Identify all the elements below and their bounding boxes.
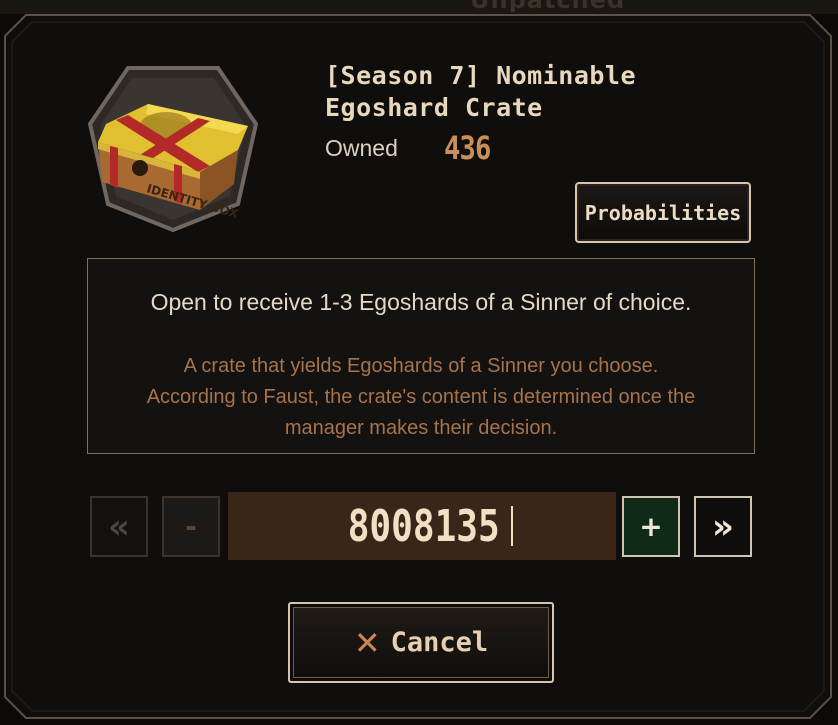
double-chevron-right-icon: » <box>712 506 734 547</box>
description-line: manager makes their decision. <box>284 417 558 439</box>
text-caret <box>510 506 513 546</box>
crate-title: [Season 7] Nominable Egoshard Crate <box>325 61 637 122</box>
background-title: Unpatched <box>470 0 650 12</box>
identity-box-crate-icon: IDENTITY BOX <box>87 66 259 233</box>
owned-count: 436 <box>444 129 491 167</box>
x-icon: ✕ <box>353 623 381 662</box>
quantity-value: 8008135 <box>347 500 501 552</box>
quantity-max-button[interactable]: » <box>694 496 752 557</box>
quantity-decrement-button[interactable]: - <box>162 496 220 557</box>
quantity-increment-button[interactable]: + <box>622 496 680 557</box>
owned-label: Owned <box>325 135 398 161</box>
minus-icon: - <box>185 510 197 543</box>
description-line: According to Faust, the crate's content … <box>146 386 696 408</box>
description-main: Open to receive 1-3 Egoshards of a Sinne… <box>150 289 692 315</box>
description-line: A crate that yields Egoshards of a Sinne… <box>183 355 659 377</box>
probabilities-button[interactable]: Probabilities <box>575 182 751 243</box>
double-chevron-left-icon: « <box>108 506 130 547</box>
quantity-input[interactable]: 8008135 <box>228 492 616 560</box>
plus-icon: + <box>639 510 663 543</box>
cancel-button[interactable]: ✕ Cancel <box>288 602 554 683</box>
crate-image: IDENTITY BOX <box>87 64 259 233</box>
cancel-label: Cancel <box>390 627 489 658</box>
description-flavor: A crate that yields Egoshards of a Sinne… <box>88 351 754 444</box>
quantity-min-button[interactable]: « <box>90 496 148 557</box>
background-strip <box>0 0 838 14</box>
description-box: Open to receive 1-3 Egoshards of a Sinne… <box>87 258 755 454</box>
